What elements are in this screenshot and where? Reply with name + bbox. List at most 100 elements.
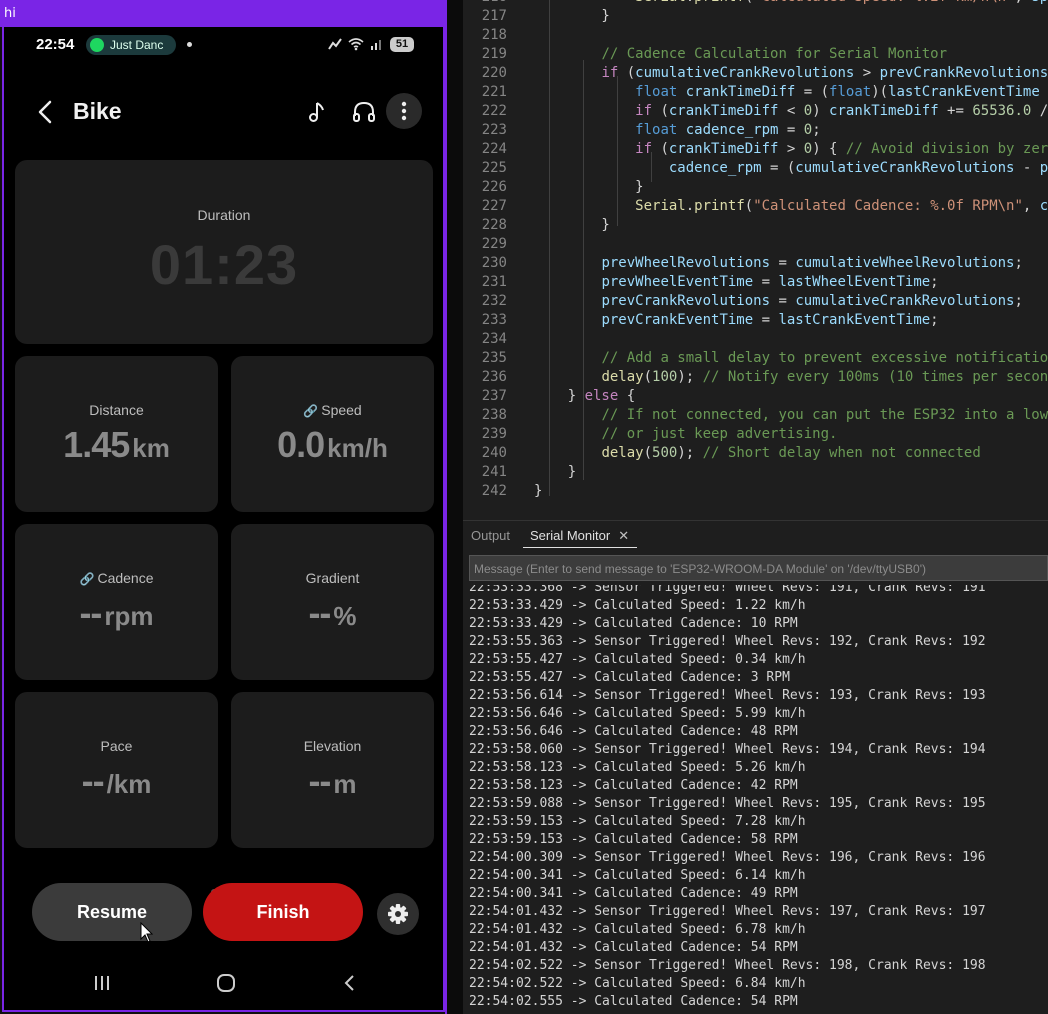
code-line[interactable]: 237 } else { xyxy=(463,387,1048,406)
code-line[interactable]: 218 xyxy=(463,26,1048,45)
code-line[interactable]: 242} xyxy=(463,482,1048,501)
back-arrow-icon[interactable] xyxy=(32,97,60,127)
line-number: 226 xyxy=(481,179,507,195)
code-line[interactable]: 228 } xyxy=(463,216,1048,235)
finish-button[interactable]: Finish xyxy=(203,883,363,941)
code-line[interactable]: 222 if (crankTimeDiff < 0) crankTimeDiff… xyxy=(463,102,1048,121)
code-line[interactable]: 220 if (cumulativeCrankRevolutions > pre… xyxy=(463,64,1048,83)
code-line[interactable]: 239 // or just keep advertising. xyxy=(463,425,1048,444)
metric-card-speed: 🔗 Speed 0.0 km/h xyxy=(231,356,434,512)
indent-guide xyxy=(583,60,584,480)
line-number: 231 xyxy=(481,274,507,290)
metric-label: Gradient xyxy=(305,570,360,586)
line-number: 219 xyxy=(481,46,507,62)
window-title[interactable]: hi xyxy=(0,0,447,27)
wifi-icon xyxy=(348,38,364,51)
log-line: 22:53:56.614 -> Sensor Triggered! Wheel … xyxy=(469,688,986,703)
status-time: 22:54 xyxy=(36,36,75,53)
line-number: 227 xyxy=(481,198,507,214)
code-line[interactable]: 240 delay(500); // Short delay when not … xyxy=(463,444,1048,463)
line-number: 220 xyxy=(481,65,507,81)
tab-output[interactable]: Output xyxy=(471,528,510,543)
code-line[interactable]: 224 if (crankTimeDiff > 0) { // Avoid di… xyxy=(463,140,1048,159)
code-line[interactable]: 234 xyxy=(463,330,1048,349)
code-text: prevCrankRevolutions = cumulativeCrankRe… xyxy=(601,293,1023,309)
metric-unit: /km xyxy=(106,769,152,799)
headphones-icon[interactable] xyxy=(349,97,379,127)
code-text: delay(500); // Short delay when not conn… xyxy=(601,445,981,461)
home-icon[interactable] xyxy=(211,968,241,998)
serial-message-input[interactable]: Message (Enter to send message to 'ESP32… xyxy=(469,555,1048,581)
code-text: if (cumulativeCrankRevolutions > prevCra… xyxy=(601,65,1048,81)
code-text: if (crankTimeDiff < 0) crankTimeDiff += … xyxy=(635,103,1048,119)
code-text: } xyxy=(534,217,610,233)
code-line[interactable]: 235 // Add a small delay to prevent exce… xyxy=(463,349,1048,368)
line-number: 238 xyxy=(481,407,507,423)
battery-indicator: 51 xyxy=(390,37,414,52)
code-line[interactable]: 219 // Cadence Calculation for Serial Mo… xyxy=(463,45,1048,64)
metric-card-distance: Distance 1.45 km xyxy=(15,356,218,512)
metric-label: Pace xyxy=(100,738,133,754)
line-number: 239 xyxy=(481,426,507,442)
line-number: 218 xyxy=(481,27,507,43)
log-line: 22:54:01.432 -> Calculated Speed: 6.78 k… xyxy=(469,922,806,937)
line-number: 233 xyxy=(481,312,507,328)
line-number: 241 xyxy=(481,464,507,480)
code-text: delay(100); // Notify every 100ms (10 ti… xyxy=(601,369,1048,385)
recents-icon[interactable] xyxy=(87,968,117,998)
line-number: 236 xyxy=(481,369,507,385)
metric-value: 0.0 km/h xyxy=(277,424,388,465)
code-line[interactable]: 238 // If not connected, you can put the… xyxy=(463,406,1048,425)
code-line[interactable]: 231 prevWheelEventTime = lastWheelEventT… xyxy=(463,273,1048,292)
log-line: 22:54:00.309 -> Sensor Triggered! Wheel … xyxy=(469,850,986,865)
code-line[interactable]: 216 Serial.printf("Calculated Speed: %.2… xyxy=(463,0,1048,7)
code-text: Serial.printf("Calculated Cadence: %.0f … xyxy=(635,198,1048,214)
code-line[interactable]: 241 } xyxy=(463,463,1048,482)
log-line: 22:54:00.341 -> Calculated Cadence: 49 R… xyxy=(469,886,798,901)
link-icon: 🔗 xyxy=(303,404,319,418)
code-line[interactable]: 227 Serial.printf("Calculated Cadence: %… xyxy=(463,197,1048,216)
code-text: // or just keep advertising. xyxy=(601,426,838,442)
log-line: 22:54:02.522 -> Calculated Speed: 6.84 k… xyxy=(469,976,806,991)
metric-unit: m xyxy=(333,769,357,799)
media-chip[interactable]: Just Danc xyxy=(86,35,176,55)
music-note-icon[interactable] xyxy=(300,97,330,127)
resume-button[interactable]: Resume xyxy=(32,883,192,941)
code-text: } xyxy=(534,483,543,499)
log-line: 22:53:59.153 -> Calculated Speed: 7.28 k… xyxy=(469,814,806,829)
close-icon[interactable]: ✕ xyxy=(618,528,629,543)
duration-value: 01:23 xyxy=(149,233,299,296)
line-number: 216 xyxy=(463,0,507,7)
code-line[interactable]: 232 prevCrankRevolutions = cumulativeCra… xyxy=(463,292,1048,311)
line-number: 234 xyxy=(481,331,507,347)
metric-card-gradient: Gradient --% xyxy=(231,524,434,680)
more-options-button[interactable] xyxy=(386,93,422,129)
line-number: 225 xyxy=(481,160,507,176)
log-line: 22:53:55.427 -> Calculated Speed: 0.34 k… xyxy=(469,652,806,667)
line-number: 242 xyxy=(481,483,507,499)
code-line[interactable]: 221 float crankTimeDiff = (float)(lastCr… xyxy=(463,83,1048,102)
code-line[interactable]: 233 prevCrankEventTime = lastCrankEventT… xyxy=(463,311,1048,330)
mouse-cursor-icon xyxy=(140,922,154,943)
code-editor[interactable]: 216 Serial.printf("Calculated Speed: %.2… xyxy=(463,0,1048,520)
nav-back-icon[interactable] xyxy=(335,968,365,998)
page-title: Bike xyxy=(73,98,122,124)
code-line[interactable]: 230 prevWheelRevolutions = cumulativeWhe… xyxy=(463,254,1048,273)
line-number: 230 xyxy=(481,255,507,271)
metric-label: Elevation xyxy=(303,738,362,754)
settings-button[interactable] xyxy=(377,893,419,935)
metric-value: 1.45 km xyxy=(63,424,170,465)
code-line[interactable]: 223 float cadence_rpm = 0; xyxy=(463,121,1048,140)
code-line[interactable]: 217 } xyxy=(463,7,1048,26)
active-tab-indicator xyxy=(523,547,637,548)
line-number: 217 xyxy=(481,8,507,24)
code-text: prevWheelRevolutions = cumulativeWheelRe… xyxy=(601,255,1023,271)
code-line[interactable]: 226 } xyxy=(463,178,1048,197)
code-line[interactable]: 225 cadence_rpm = (cumulativeCrankRevolu… xyxy=(463,159,1048,178)
tab-serial-monitor[interactable]: Serial Monitor ✕ xyxy=(530,528,629,544)
phone-screen: 22:54 Just Danc 51 Bike Duration 01:23 D… xyxy=(2,27,445,1012)
code-line[interactable]: 236 delay(100); // Notify every 100ms (1… xyxy=(463,368,1048,387)
serial-output[interactable]: 22:53:33.368 -> Sensor Triggered! Wheel … xyxy=(463,585,1048,1014)
metric-unit: km xyxy=(132,433,170,463)
code-line[interactable]: 229 xyxy=(463,235,1048,254)
